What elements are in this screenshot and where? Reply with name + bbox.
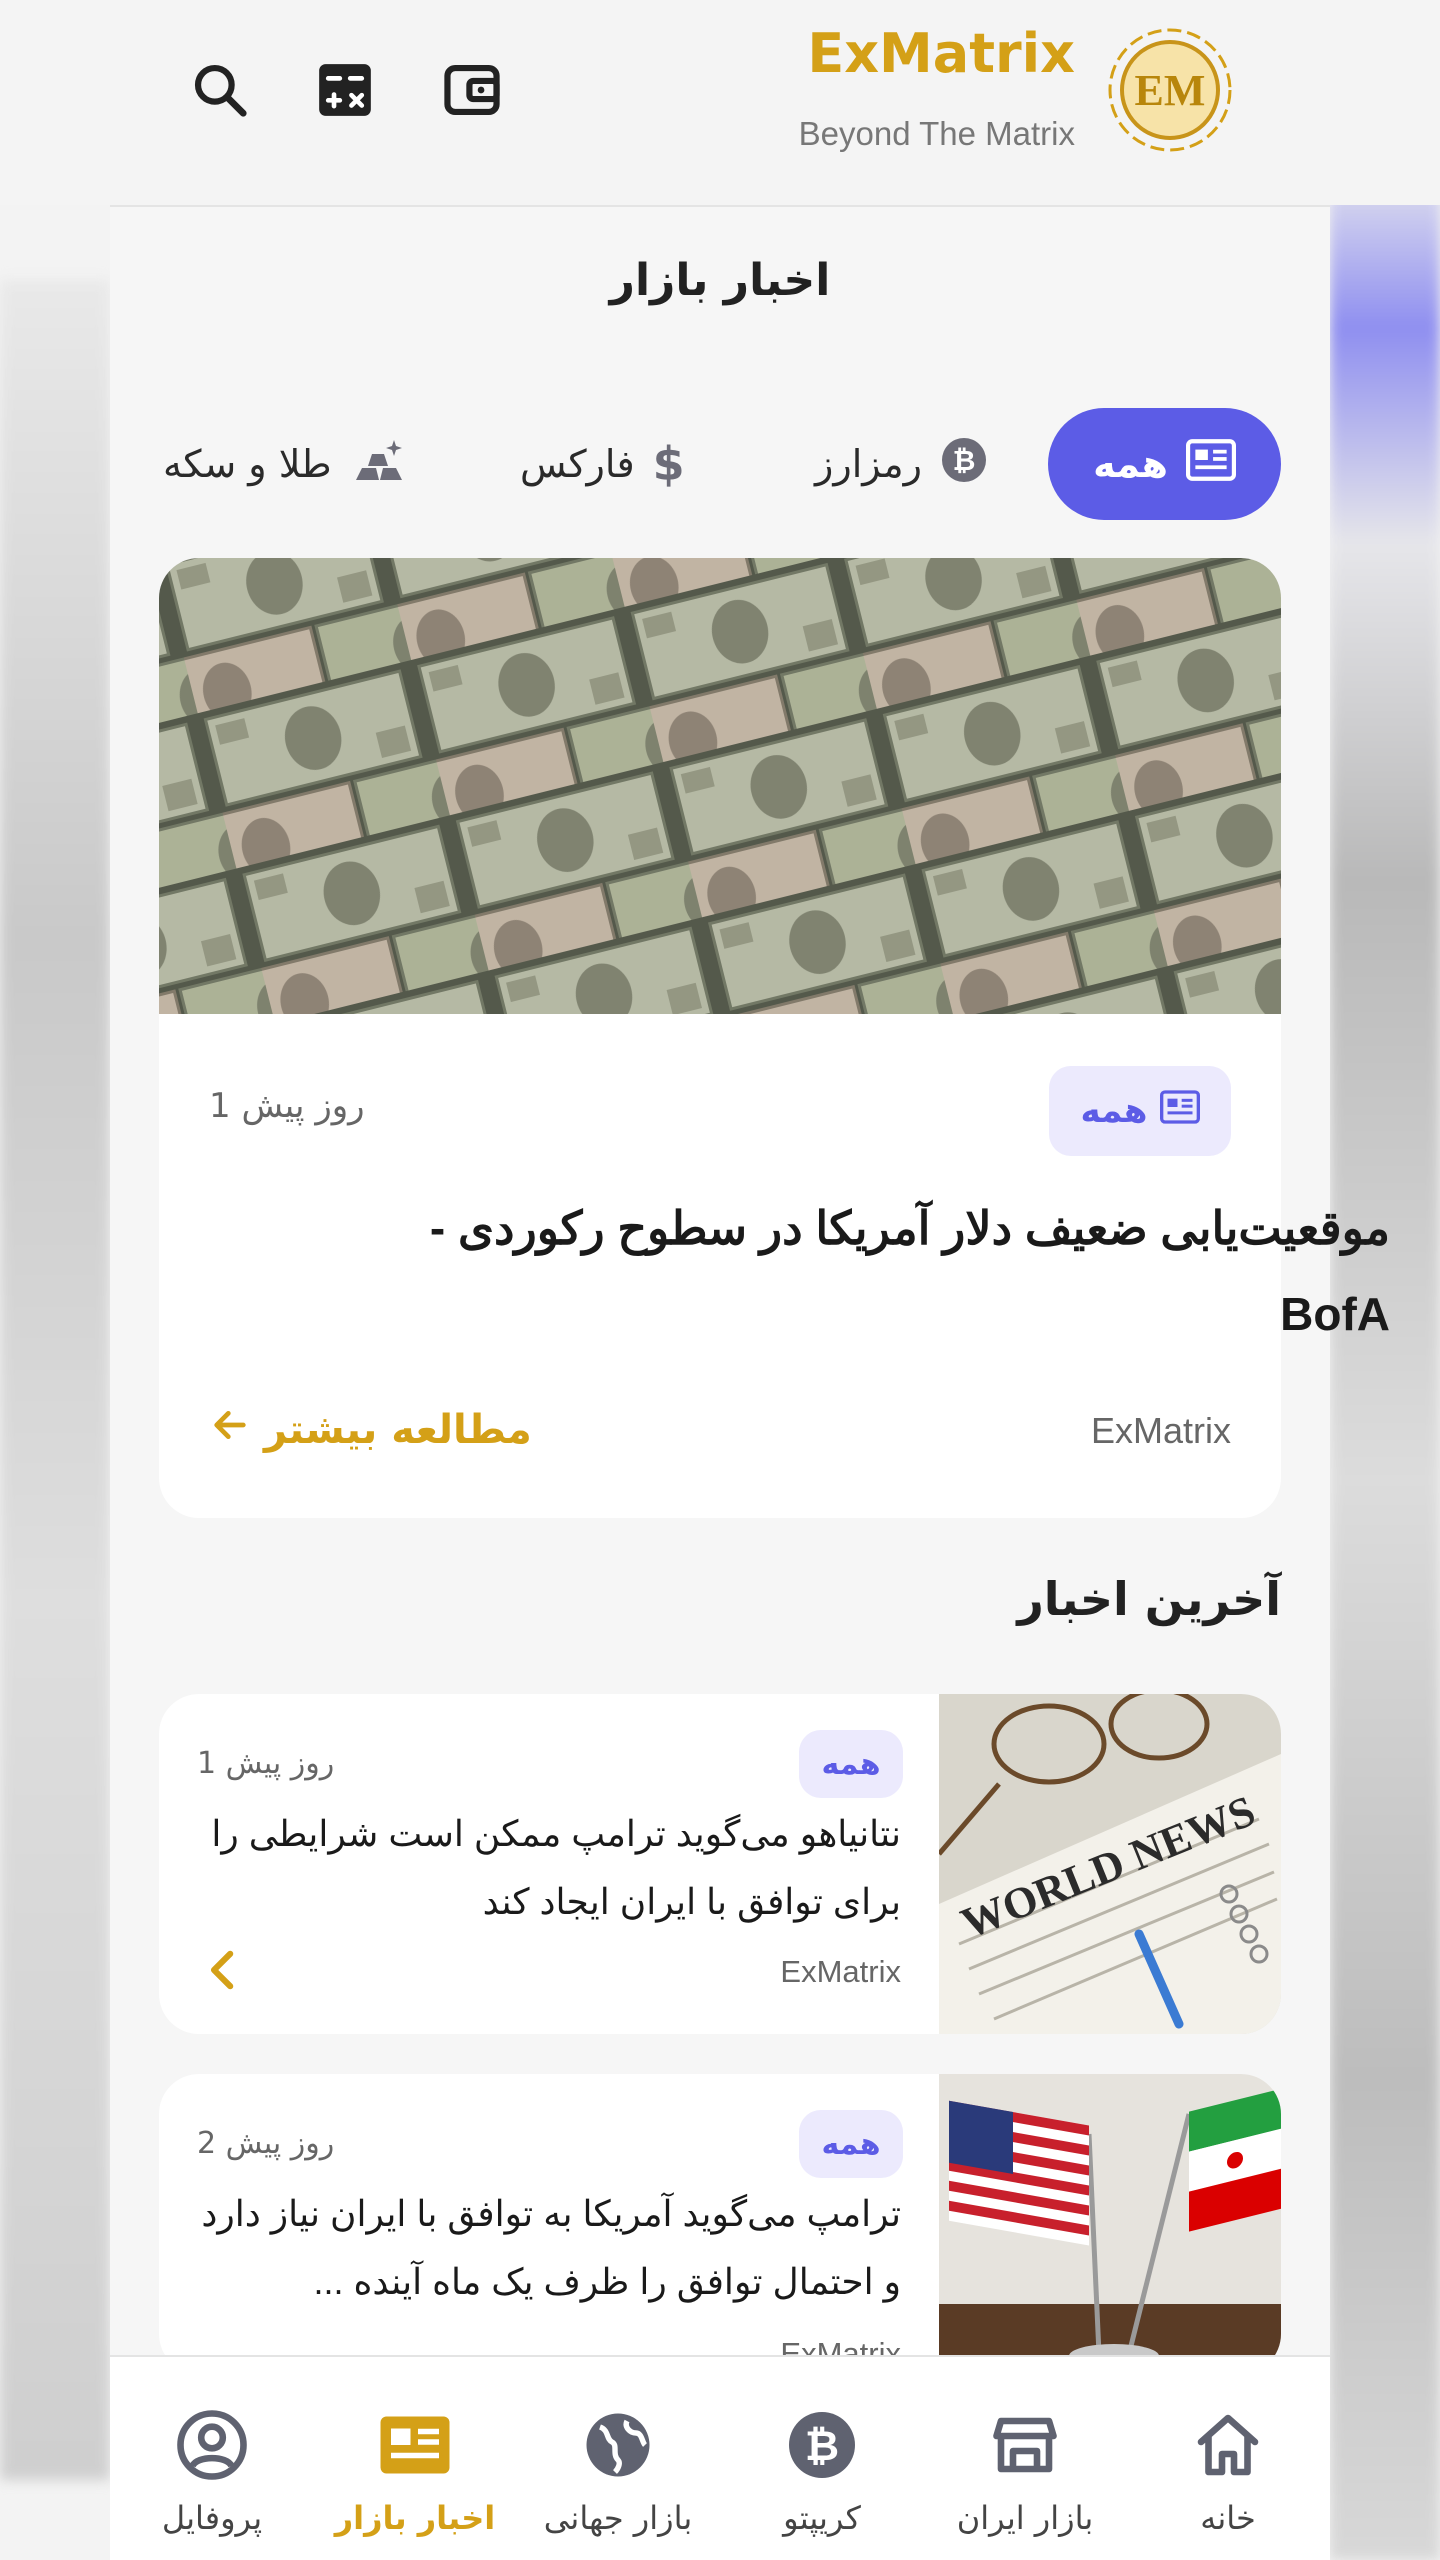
arrow-left-icon: [210, 1405, 250, 1455]
bitcoin-icon: ₿: [940, 436, 988, 493]
news-card[interactable]: همه 2 روز پیش ترامپ می‌گوید آمریکا به تو…: [159, 2074, 1281, 2374]
dollar-bills-photo: [159, 558, 1281, 1014]
dollar-icon: $: [652, 437, 685, 491]
category-chip: همه: [1049, 1066, 1231, 1156]
category-label: همه: [1080, 1091, 1148, 1131]
nav-label: اخبار بازار: [334, 2499, 496, 2537]
featured-time: 1 روز پیش: [209, 1086, 365, 1126]
brand-name: ExMatrix: [807, 22, 1075, 85]
nav-label: کریپتو: [783, 2499, 861, 2537]
filter-label: فارکس: [520, 442, 635, 486]
brand-logo: EM: [1108, 28, 1232, 152]
world-news-newspaper-photo: WORLD NEWS: [939, 1694, 1281, 2034]
category-label: همه: [821, 2126, 881, 2162]
news-time: 2 روز پیش: [197, 2126, 335, 2161]
app-header: ExMatrix Beyond The Matrix EM: [0, 0, 1440, 205]
globe-icon: [578, 2405, 658, 2485]
page-title: اخبار بازار: [609, 255, 831, 306]
filter-label: طلا و سکه: [163, 442, 332, 486]
calculator-icon[interactable]: [310, 55, 380, 125]
background-blur-right: [1330, 160, 1440, 2560]
nav-iran-market[interactable]: بازار ایران: [925, 2357, 1125, 2560]
brand-tagline: Beyond The Matrix: [798, 115, 1075, 152]
bitcoin-icon: ₿: [782, 2405, 862, 2485]
news-title: ترامپ می‌گوید آمریکا به توافق با ایران ن…: [201, 2193, 901, 2302]
news-source: ExMatrix: [780, 1954, 901, 1989]
category-chip: همه: [799, 2110, 903, 2178]
profile-icon: [172, 2405, 252, 2485]
filter-label: رمزارز: [815, 442, 922, 486]
nav-profile[interactable]: پروفایل: [112, 2357, 312, 2560]
background-blur-left: [0, 280, 110, 2480]
filter-all[interactable]: همه: [1048, 408, 1281, 520]
news-time: 1 روز پیش: [197, 1746, 335, 1781]
read-more-label: مطالعه بیشتر: [264, 1407, 532, 1453]
filter-crypto[interactable]: رمزارز ₿: [815, 408, 988, 520]
nav-home[interactable]: خانه: [1128, 2357, 1328, 2560]
us-iran-flags-photo: [939, 2074, 1281, 2374]
nav-label: بازار ایران: [956, 2499, 1094, 2537]
featured-news-card[interactable]: همه 1 روز پیش: [159, 558, 1281, 1518]
newspaper-icon: [375, 2405, 455, 2485]
category-label: همه: [821, 1746, 881, 1782]
nav-label: بازار جهانی: [543, 2499, 693, 2537]
chevron-left-icon[interactable]: [205, 1948, 241, 1996]
nav-crypto[interactable]: ₿ کریپتو: [722, 2357, 922, 2560]
nav-global-market[interactable]: بازار جهانی: [518, 2357, 718, 2560]
svg-text:₿: ₿: [805, 2421, 839, 2470]
nav-market-news[interactable]: اخبار بازار: [315, 2357, 515, 2560]
search-icon[interactable]: [185, 55, 255, 125]
nav-label: پروفایل: [161, 2499, 263, 2537]
news-card[interactable]: WORLD NEWS همه 1 روز پیش نتانیاهو می‌گوی…: [159, 1694, 1281, 2034]
read-more-button[interactable]: مطالعه بیشتر: [210, 1405, 532, 1455]
category-chip: همه: [799, 1730, 903, 1798]
filter-forex[interactable]: فارکس $: [520, 408, 685, 520]
news-icon: [1185, 438, 1236, 490]
featured-source: ExMatrix: [1090, 1410, 1231, 1451]
filter-label: همه: [1093, 442, 1168, 486]
filter-gold[interactable]: طلا و سکه: [163, 408, 406, 520]
store-icon: [985, 2405, 1065, 2485]
logo-text: EM: [1135, 66, 1206, 115]
wallet-icon[interactable]: [437, 55, 507, 125]
nav-label: خانه: [1200, 2499, 1256, 2537]
news-title: نتانیاهو می‌گوید ترامپ ممکن است شرایطی ر…: [211, 1813, 901, 1922]
home-icon: [1188, 2405, 1268, 2485]
bottom-navigation: خانه بازار ایران ₿ کریپتو بازار جهانی اخ…: [110, 2355, 1330, 2560]
featured-title[interactable]: موقعیت‌یابی ضعیف دلار آمریکا در سطوح رکو…: [360, 1185, 1390, 1357]
news-icon: [1159, 1089, 1200, 1133]
latest-news-heading: آخرین اخبار: [1017, 1572, 1281, 1626]
svg-text:₿: ₿: [953, 444, 976, 477]
gold-bars-icon: [350, 436, 406, 493]
